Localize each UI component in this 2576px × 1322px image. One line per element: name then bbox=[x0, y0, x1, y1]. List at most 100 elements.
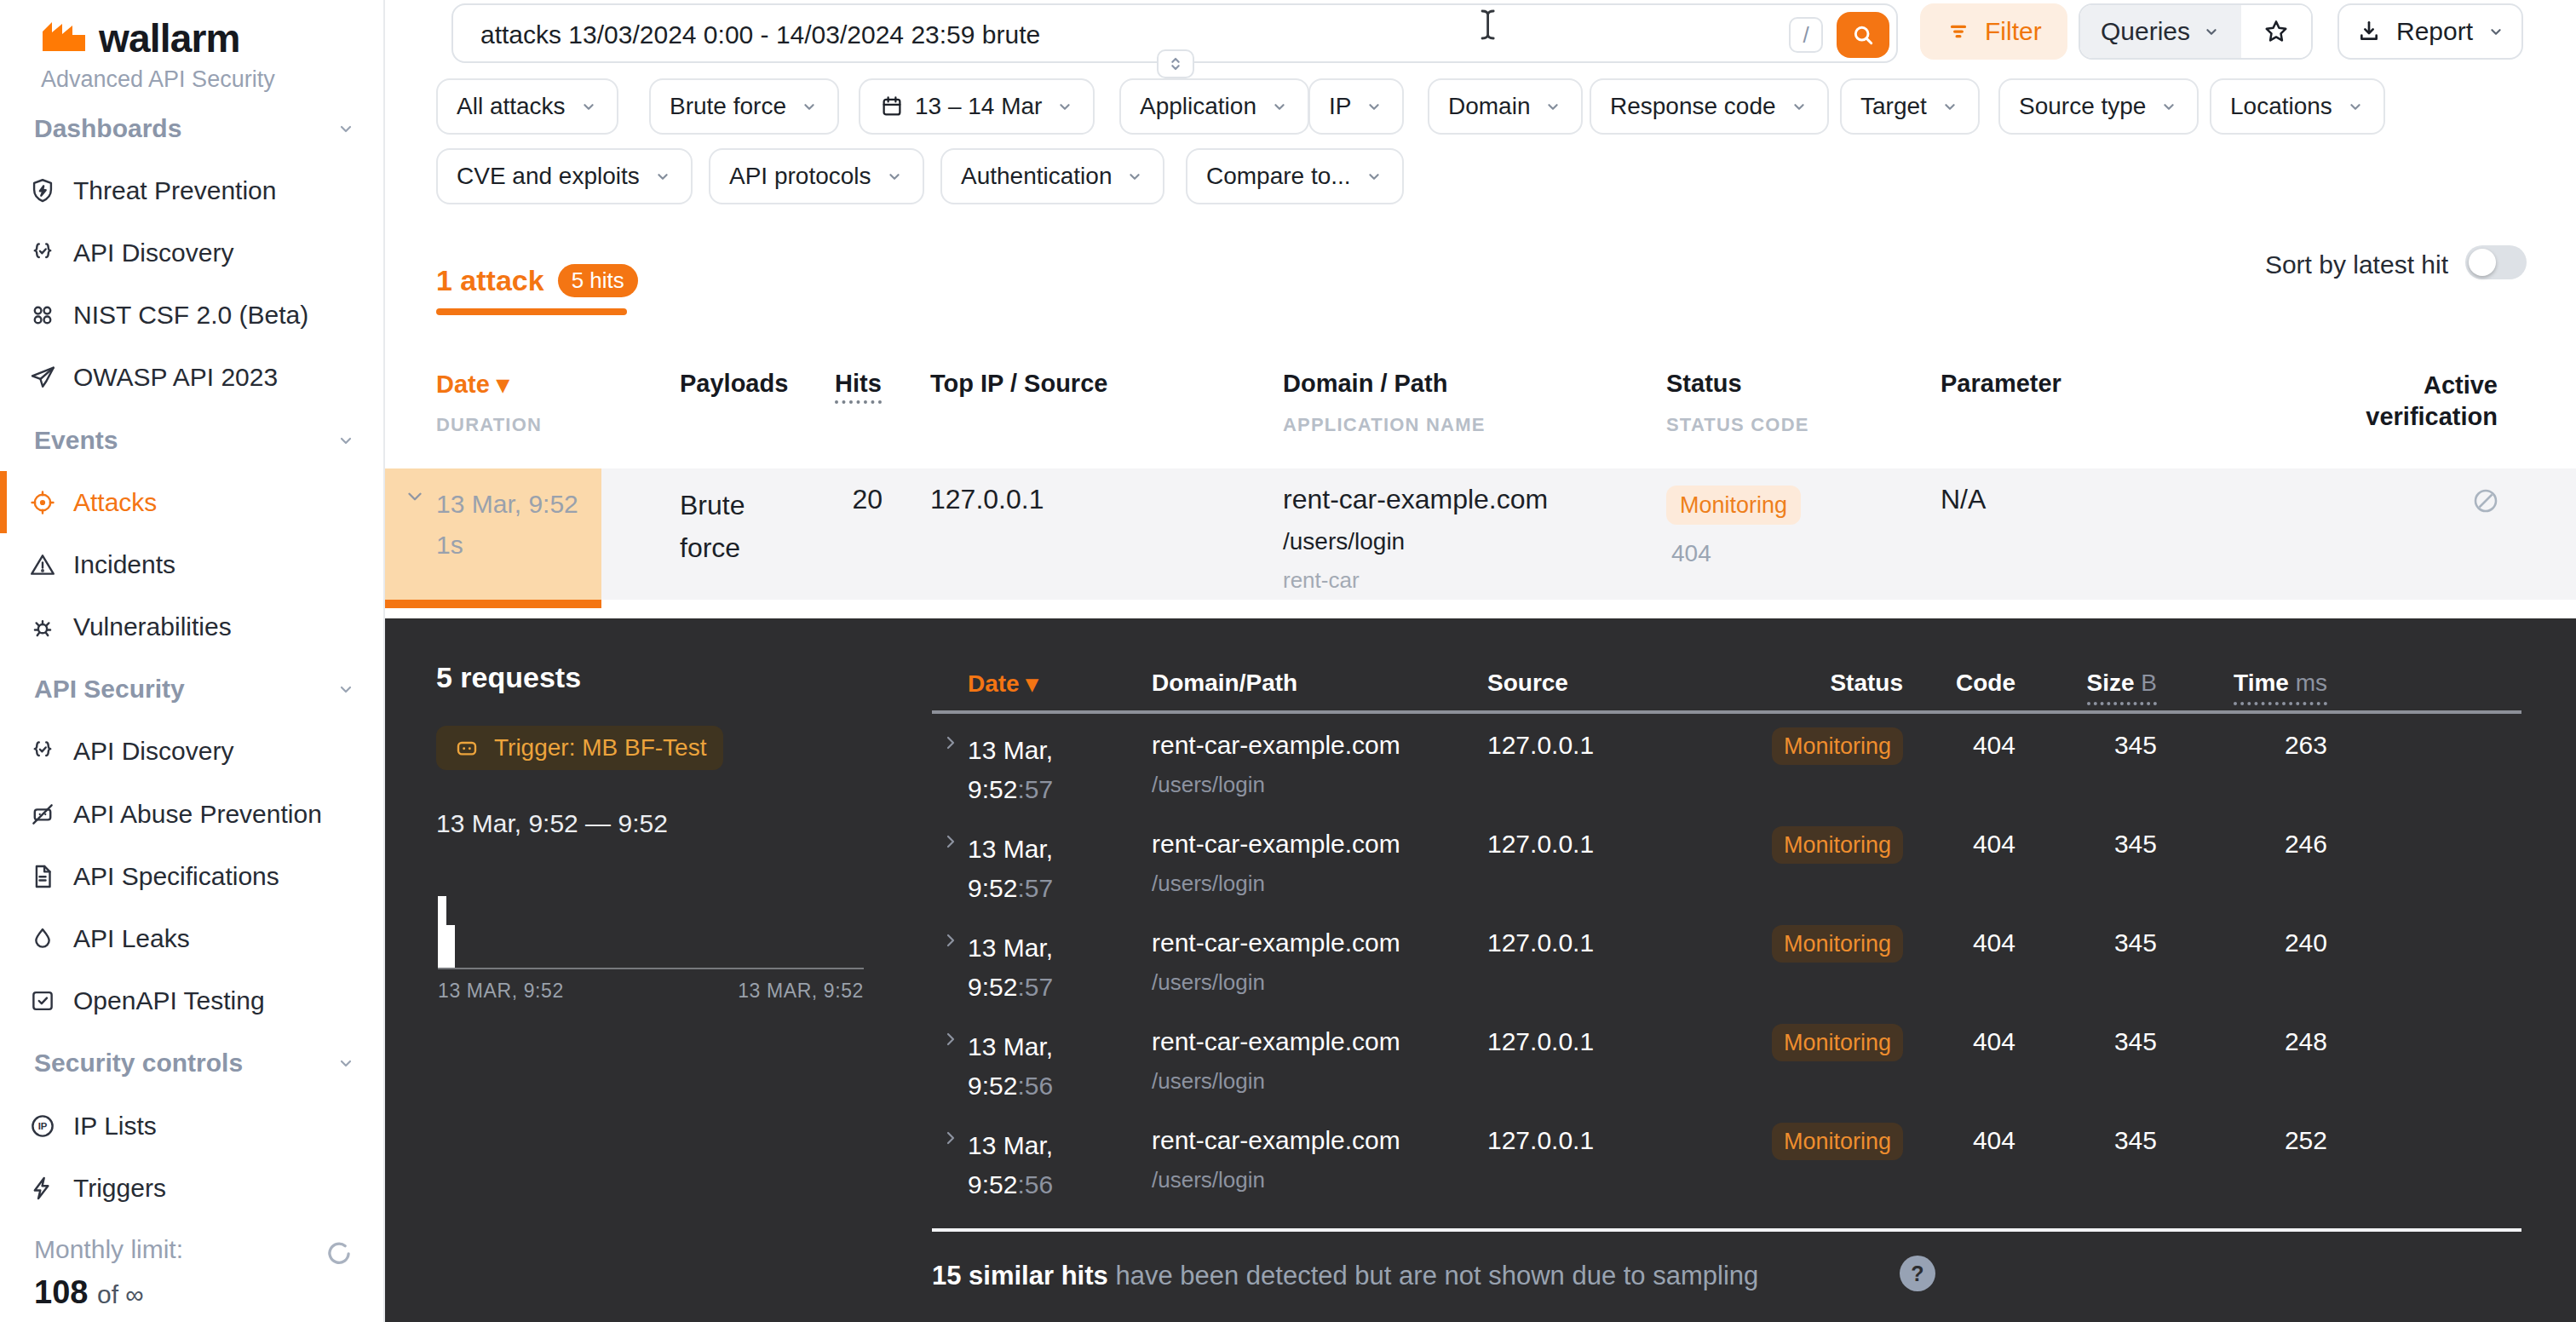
sidebar-item-openapi-testing[interactable]: OpenAPI Testing bbox=[0, 970, 383, 1032]
filter-chip-response-code[interactable]: Response code bbox=[1590, 78, 1829, 135]
filter-chip-source-type[interactable]: Source type bbox=[1998, 78, 2199, 135]
chevron-down-icon bbox=[579, 97, 598, 116]
filter-chip-domain[interactable]: Domain bbox=[1428, 78, 1583, 135]
chevron-right-icon[interactable] bbox=[940, 1029, 961, 1049]
droplet-icon bbox=[27, 923, 58, 954]
request-row[interactable]: 13 Mar,9:52:56rent-car-example.com/users… bbox=[385, 1118, 2576, 1216]
column-header-payloads: Payloads bbox=[680, 370, 788, 398]
chevron-down-icon bbox=[653, 167, 672, 186]
favorite-query-button[interactable] bbox=[2241, 5, 2311, 58]
monthly-limit-value: 108 of ∞ bbox=[34, 1274, 144, 1311]
sidebar-item-nist-csf-2-0-beta[interactable]: NIST CSF 2.0 (Beta) bbox=[0, 285, 383, 347]
filter-chip-ip[interactable]: IP bbox=[1308, 78, 1404, 135]
sidebar-item-owasp-api-2023[interactable]: OWASP API 2023 bbox=[0, 347, 383, 409]
attack-source-ip: 127.0.0.1 bbox=[930, 484, 1044, 515]
star-icon bbox=[2261, 16, 2291, 47]
request-domain: rent-car-example.com bbox=[1152, 731, 1400, 760]
attack-parameter: N/A bbox=[1941, 484, 1986, 515]
active-verification-disabled-icon[interactable] bbox=[2470, 486, 2501, 516]
column-subheader-duration: DURATION bbox=[436, 414, 542, 436]
requests-header-status: Status bbox=[1772, 670, 1903, 697]
request-status-badge: Monitoring bbox=[1772, 1123, 1903, 1160]
request-size: 345 bbox=[2050, 1126, 2157, 1155]
collapse-search-handle[interactable] bbox=[1157, 49, 1194, 78]
requests-header-date[interactable]: Date ▾ bbox=[968, 670, 1038, 698]
sort-toggle[interactable] bbox=[2465, 245, 2527, 279]
document-icon bbox=[27, 861, 58, 892]
requests-header-size[interactable]: Size B bbox=[2015, 670, 2157, 705]
search-input[interactable]: attacks 13/03/2024 0:00 - 14/03/2024 23:… bbox=[480, 20, 1040, 49]
requests-header-code: Code bbox=[1913, 670, 2015, 697]
text-cursor bbox=[1477, 9, 1499, 41]
requests-header-time[interactable]: Time ms bbox=[2169, 670, 2327, 705]
filter-chip-application[interactable]: Application bbox=[1119, 78, 1309, 135]
section-header-api-security[interactable]: API Security bbox=[0, 658, 383, 721]
section-header-security-controls[interactable]: Security controls bbox=[0, 1032, 383, 1095]
sidebar-item-incidents[interactable]: Incidents bbox=[0, 533, 383, 595]
request-row[interactable]: 13 Mar,9:52:57rent-car-example.com/users… bbox=[385, 722, 2576, 821]
product-subtitle: Advanced API Security bbox=[41, 66, 275, 93]
column-header-date[interactable]: Date ▾ bbox=[436, 370, 509, 399]
section-header-events[interactable]: Events bbox=[0, 409, 383, 471]
requests-header-divider bbox=[932, 710, 2521, 714]
chevron-right-icon[interactable] bbox=[940, 1128, 961, 1148]
filter-chip-authentication[interactable]: Authentication bbox=[940, 148, 1164, 204]
sidebar-item-api-abuse-prevention[interactable]: API Abuse Prevention bbox=[0, 783, 383, 845]
filter-chip-target[interactable]: Target bbox=[1840, 78, 1980, 135]
request-domain: rent-car-example.com bbox=[1152, 1027, 1400, 1056]
chevron-down-icon[interactable] bbox=[404, 486, 426, 508]
chevron-down-icon bbox=[2346, 97, 2365, 116]
tab-attacks[interactable]: 1 attack 5 hits bbox=[436, 264, 638, 297]
chevron-right-icon[interactable] bbox=[940, 831, 961, 852]
attack-date: 13 Mar, 9:521s bbox=[436, 484, 578, 566]
wallarm-logo[interactable]: wallarm bbox=[41, 15, 240, 61]
filter-chip-api-protocols[interactable]: API protocols bbox=[709, 148, 924, 204]
filter-chip-all-attacks[interactable]: All attacks bbox=[436, 78, 618, 135]
sidebar-item-api-discovery[interactable]: API Discovery bbox=[0, 721, 383, 783]
queries-button[interactable]: Queries bbox=[2080, 5, 2241, 58]
request-row[interactable]: 13 Mar,9:52:57rent-car-example.com/users… bbox=[385, 821, 2576, 920]
request-status-badge: Monitoring bbox=[1772, 1024, 1903, 1061]
request-code: 404 bbox=[1913, 928, 2015, 957]
filter-chip-13-14-mar[interactable]: 13 – 14 Mar bbox=[859, 78, 1095, 135]
sidebar-item-attacks[interactable]: Attacks bbox=[0, 471, 383, 533]
sidebar-item-api-discovery[interactable]: API Discovery bbox=[0, 221, 383, 284]
attack-row[interactable]: 13 Mar, 9:521s Brute force 20 127.0.0.1 … bbox=[385, 468, 2576, 608]
filter-button[interactable]: Filter bbox=[1920, 3, 2067, 60]
ip-circle-icon: IP bbox=[27, 1111, 58, 1141]
column-header-top-ip: Top IP / Source bbox=[930, 370, 1107, 398]
request-code: 404 bbox=[1913, 731, 2015, 760]
request-row[interactable]: 13 Mar,9:52:57rent-car-example.com/users… bbox=[385, 920, 2576, 1019]
filter-chip-locations[interactable]: Locations bbox=[2210, 78, 2385, 135]
attack-path: /users/login bbox=[1283, 528, 1405, 555]
chevron-down-icon bbox=[2159, 97, 2178, 116]
section-header-dashboards[interactable]: Dashboards bbox=[0, 97, 383, 159]
sidebar-item-triggers[interactable]: Triggers bbox=[0, 1157, 383, 1219]
chevron-down-icon bbox=[1365, 97, 1383, 116]
report-button[interactable]: Report bbox=[2337, 3, 2523, 60]
request-date: 13 Mar,9:52:57 bbox=[968, 731, 1053, 809]
request-row[interactable]: 13 Mar,9:52:56rent-car-example.com/users… bbox=[385, 1019, 2576, 1118]
request-source: 127.0.0.1 bbox=[1487, 928, 1594, 957]
filter-chip-brute-force[interactable]: Brute force bbox=[649, 78, 839, 135]
sidebar-item-api-specifications[interactable]: API Specifications bbox=[0, 845, 383, 907]
main-content: attacks 13/03/2024 0:00 - 14/03/2024 23:… bbox=[385, 0, 2576, 1322]
search-button[interactable] bbox=[1837, 12, 1889, 58]
chevron-right-icon[interactable] bbox=[940, 930, 961, 951]
request-date: 13 Mar,9:52:57 bbox=[968, 928, 1053, 1007]
chevron-right-icon[interactable] bbox=[940, 733, 961, 753]
chevron-down-icon bbox=[1790, 97, 1808, 116]
sidebar-item-vulnerabilities[interactable]: Vulnerabilities bbox=[0, 596, 383, 658]
target-icon bbox=[27, 487, 58, 518]
help-icon[interactable]: ? bbox=[1900, 1256, 1935, 1291]
chevron-down-icon bbox=[336, 1053, 356, 1073]
status-badge: Monitoring bbox=[1666, 486, 1801, 525]
filter-chip-cve-and-exploits[interactable]: CVE and exploits bbox=[436, 148, 693, 204]
column-header-hits[interactable]: Hits bbox=[835, 370, 882, 398]
sidebar-item-threat-prevention[interactable]: Threat Prevention bbox=[0, 159, 383, 221]
attack-details-panel: 5 requests Trigger: MB BF-Test 13 Mar, 9… bbox=[385, 618, 2576, 1322]
filter-chip-compare-to[interactable]: Compare to... bbox=[1186, 148, 1404, 204]
attack-status-code: 404 bbox=[1671, 540, 1711, 567]
sidebar-item-ip-lists[interactable]: IPIP Lists bbox=[0, 1095, 383, 1157]
sidebar-item-api-leaks[interactable]: API Leaks bbox=[0, 907, 383, 969]
